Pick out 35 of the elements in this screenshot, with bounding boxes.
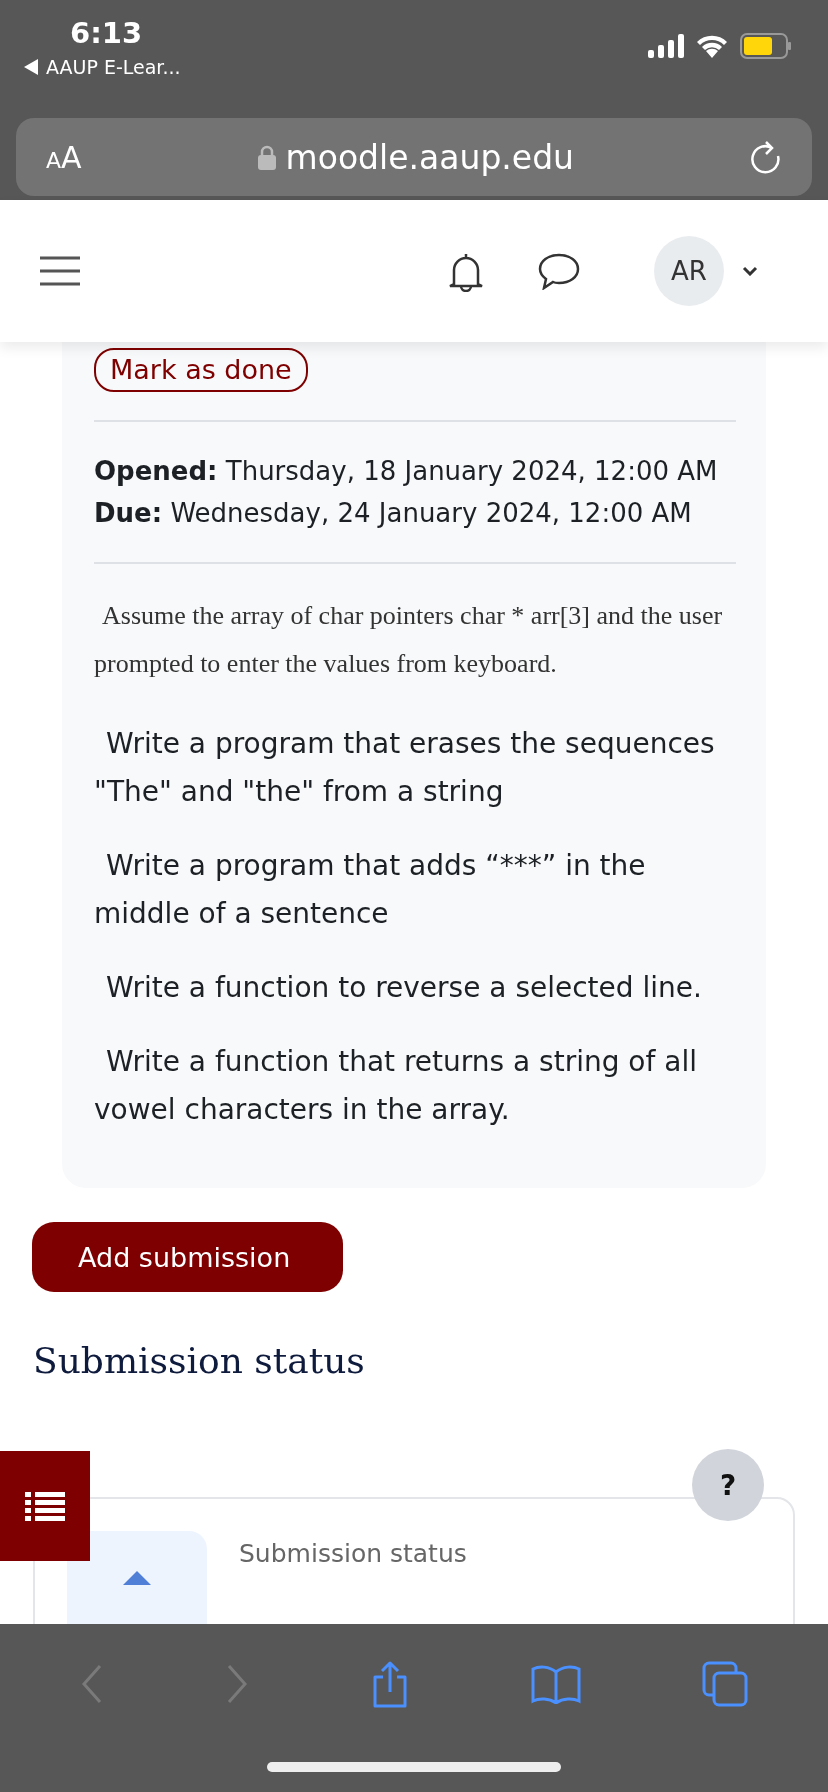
task-text: Write a program that adds “***” in the middle of a sentence: [94, 848, 647, 933]
help-button[interactable]: ?: [692, 1449, 764, 1522]
date-line: Due: Wednesday, 24 January 2024, 12:00 AM: [94, 497, 693, 531]
task-text: Write a function to reverse a selected line.: [105, 970, 703, 1007]
task-text: Write a program that erases the sequences "The" and "the" from a string: [94, 726, 716, 811]
back-to-app-link[interactable]: AAUP E-Lear...: [46, 56, 181, 78]
add-submission-button[interactable]: Add submission: [32, 1222, 343, 1293]
forward-icon: [225, 1663, 250, 1705]
reload-icon[interactable]: [750, 140, 782, 174]
mark-as-done-button[interactable]: Mark as done: [94, 348, 308, 393]
address-bar[interactable]: AA moodle.aaup.edu: [16, 118, 812, 196]
list-icon: [25, 1491, 65, 1522]
wifi-icon: [696, 34, 728, 58]
toolbar-button[interactable]: [530, 1664, 581, 1704]
back-triangle-icon: [24, 59, 38, 75]
clock: 6:13: [70, 16, 144, 50]
course-index-button[interactable]: [0, 1451, 90, 1562]
battery-icon: [740, 33, 792, 59]
text-size-button[interactable]: AA: [46, 139, 82, 175]
menu-icon[interactable]: [40, 256, 80, 286]
book-icon: [530, 1664, 581, 1704]
date-line: Opened: Thursday, 18 January 2024, 12:00 AM: [94, 455, 719, 489]
section-heading: Submission status: [33, 1340, 366, 1382]
chevron-down-icon[interactable]: [742, 266, 758, 276]
task-text: Write a function that returns a string of all vowel characters in the array.: [94, 1044, 698, 1129]
upload-icon: [123, 1571, 151, 1586]
signal-icon: [648, 34, 684, 58]
lock-icon: [257, 144, 276, 170]
url-text: moodle.aaup.edu: [285, 137, 574, 177]
card-title: Submission status: [239, 1539, 467, 1569]
user-avatar[interactable]: AR: [654, 236, 724, 306]
toolbar-button[interactable]: [701, 1661, 748, 1707]
assignment-intro: Assume the array of char pointers char * arr[3] and the user prompted to enter the values from keyboard.: [94, 600, 724, 681]
chat-icon[interactable]: [538, 252, 580, 290]
tabs-icon: [701, 1661, 748, 1707]
